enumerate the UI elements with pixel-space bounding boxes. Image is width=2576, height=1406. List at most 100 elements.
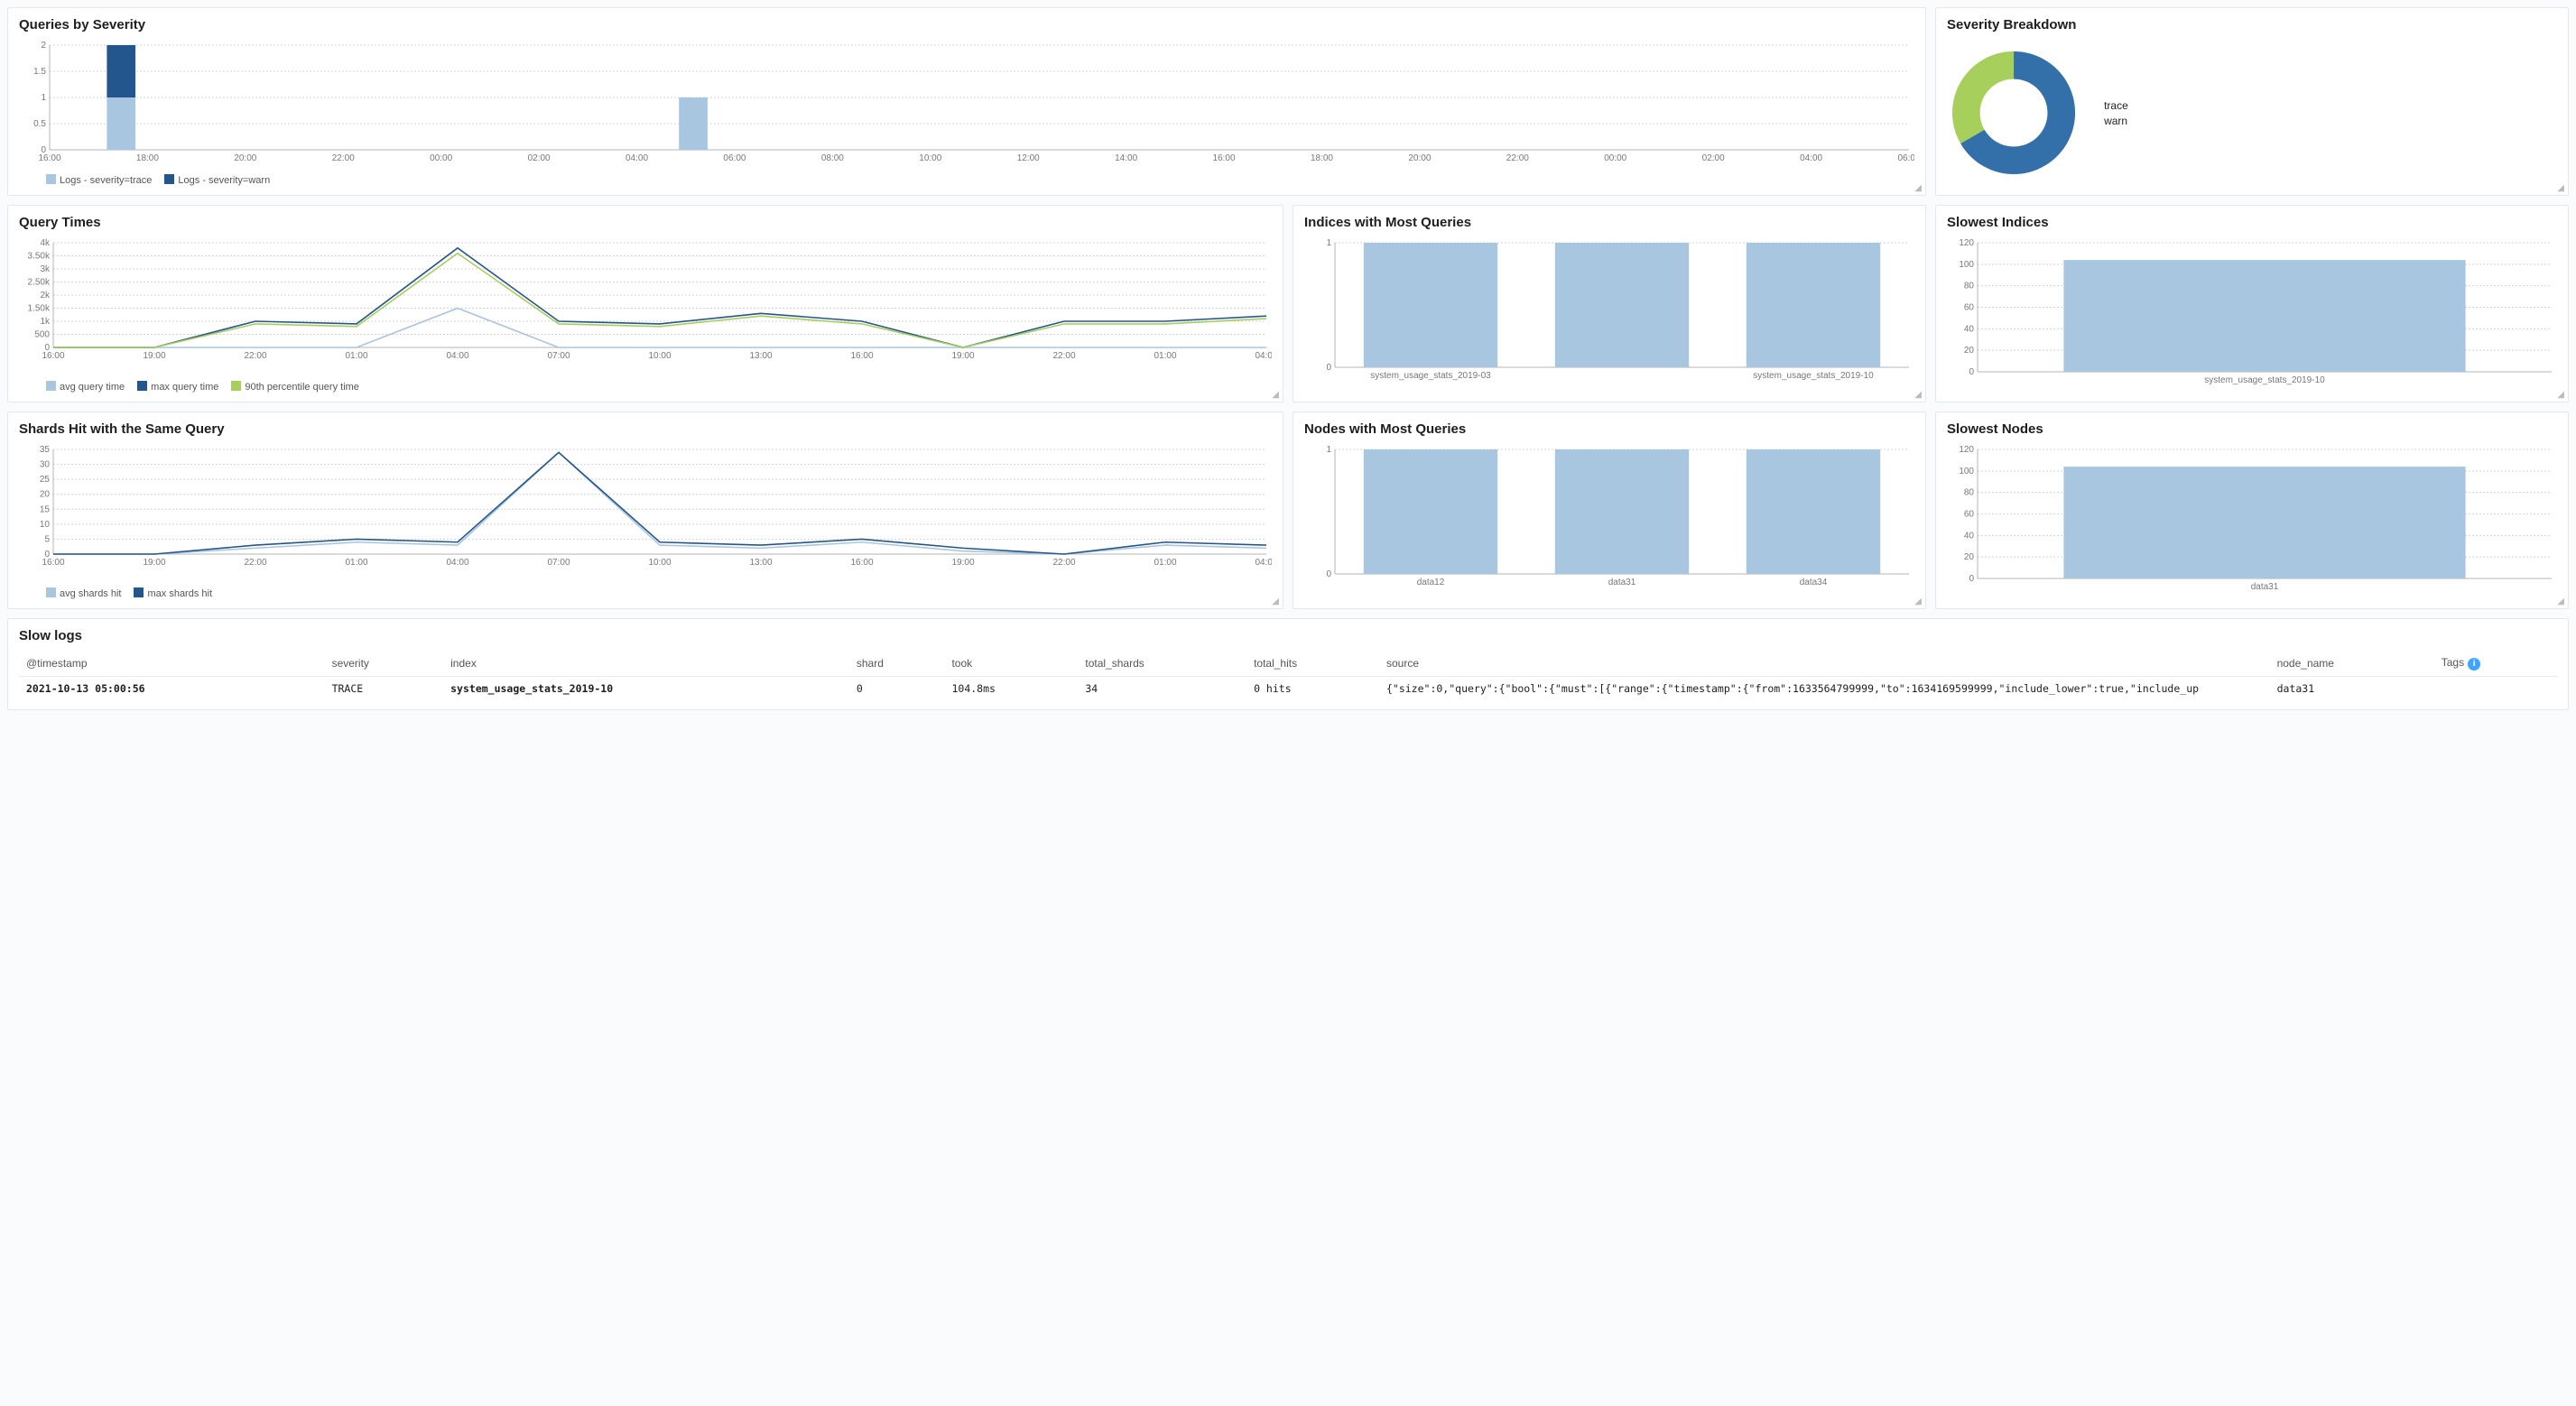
panel-nodes-most-queries: Nodes with Most Queries 01data12data31da… [1293,412,1926,609]
svg-text:20: 20 [1964,552,1975,562]
svg-text:1.50k: 1.50k [28,304,51,314]
svg-text:120: 120 [1959,238,1974,248]
svg-text:0.5: 0.5 [33,119,46,129]
chart-severity-breakdown[interactable]: trace warn [1947,40,2557,186]
chart-slowest-indices[interactable]: 020406080100120system_usage_stats_2019-1… [1947,237,2557,393]
svg-text:3.50k: 3.50k [28,252,51,262]
column-header[interactable]: @timestamp [19,651,325,677]
svg-text:06:00: 06:00 [723,153,746,163]
panel-title: Query Times [19,215,1272,230]
resize-handle-icon[interactable]: ◢ [2557,390,2564,400]
svg-text:15: 15 [40,504,51,514]
column-header[interactable]: took [944,651,1078,677]
svg-text:18:00: 18:00 [136,153,159,163]
legend-item[interactable]: trace [2099,99,2128,112]
svg-text:60: 60 [1964,510,1975,520]
panel-title: Slowest Indices [1947,215,2557,230]
svg-text:20:00: 20:00 [234,153,256,163]
slow-logs-table: @timestampseverityindexshardtooktotal_sh… [19,651,2557,700]
resize-handle-icon[interactable]: ◢ [2557,183,2564,193]
legend-item[interactable]: warn [2099,115,2128,127]
svg-text:20:00: 20:00 [1408,153,1431,163]
svg-text:4k: 4k [40,238,51,248]
legend-item[interactable]: 90th percentile query time [231,381,359,393]
chart-queries-by-severity[interactable]: 00.511.5216:0018:0020:0022:0000:0002:000… [19,40,1914,171]
resize-handle-icon[interactable]: ◢ [2557,597,2564,606]
svg-text:04:00: 04:00 [1800,153,1822,163]
panel-title: Severity Breakdown [1947,17,2557,32]
panel-title: Slow logs [19,628,2557,643]
cell [2434,677,2557,701]
svg-text:08:00: 08:00 [821,153,844,163]
resize-handle-icon[interactable]: ◢ [1272,390,1279,400]
svg-text:01:00: 01:00 [1154,351,1176,361]
svg-text:20: 20 [40,490,51,500]
legend-item[interactable]: Logs - severity=trace [46,174,152,186]
panel-title: Shards Hit with the Same Query [19,421,1272,437]
svg-text:0: 0 [1326,363,1331,373]
svg-text:01:00: 01:00 [345,558,367,568]
resize-handle-icon[interactable]: ◢ [1914,183,1922,193]
svg-text:40: 40 [1964,531,1975,541]
resize-handle-icon[interactable]: ◢ [1272,597,1279,606]
panel-title: Indices with Most Queries [1304,215,1914,230]
svg-text:data31: data31 [1608,578,1636,587]
svg-text:system_usage_stats_2019-10: system_usage_stats_2019-10 [1753,371,1874,381]
column-header[interactable]: shard [849,651,945,677]
panel-title: Nodes with Most Queries [1304,421,1914,437]
svg-text:20: 20 [1964,346,1975,356]
panel-slowest-nodes: Slowest Nodes 020406080100120data31 ◢ [1935,412,2569,609]
legend-item[interactable]: max query time [137,381,218,393]
column-header[interactable]: total_hits [1246,651,1379,677]
svg-text:80: 80 [1964,488,1975,498]
svg-text:22:00: 22:00 [244,351,266,361]
cell: system_usage_stats_2019-10 [443,677,849,701]
chart-slowest-nodes[interactable]: 020406080100120data31 [1947,444,2557,599]
resize-handle-icon[interactable]: ◢ [1914,597,1922,606]
column-header[interactable]: total_shards [1078,651,1246,677]
svg-text:00:00: 00:00 [1604,153,1626,163]
column-header[interactable]: Tagsi [2434,651,2557,677]
svg-text:12:00: 12:00 [1017,153,1040,163]
svg-text:500: 500 [34,330,50,340]
legend: Logs - severity=trace Logs - severity=war… [19,174,1914,186]
svg-text:04:00: 04:00 [1255,351,1272,361]
svg-text:02:00: 02:00 [528,153,551,163]
cell: 2021-10-13 05:00:56 [19,677,325,701]
info-icon[interactable]: i [2468,658,2480,671]
svg-text:2: 2 [41,41,46,51]
svg-text:30: 30 [40,460,51,470]
svg-text:04:00: 04:00 [625,153,648,163]
panel-severity-breakdown: Severity Breakdown trace warn ◢ [1935,7,2569,196]
legend-item[interactable]: Logs - severity=warn [164,174,270,186]
cell: {"size":0,"query":{"bool":{"must":[{"ran… [1379,677,2270,701]
svg-text:04:00: 04:00 [446,558,468,568]
legend-item[interactable]: avg shards hit [46,587,121,599]
panel-title: Queries by Severity [19,17,1914,32]
svg-text:10: 10 [40,520,51,530]
legend-item[interactable]: avg query time [46,381,125,393]
cell: data31 [2270,677,2434,701]
svg-text:16:00: 16:00 [42,351,64,361]
svg-text:data31: data31 [2251,582,2279,592]
column-header[interactable]: severity [325,651,444,677]
chart-indices-most-queries[interactable]: 01system_usage_stats_2019-03system_usage… [1304,237,1914,393]
resize-handle-icon[interactable]: ◢ [1914,390,1922,400]
column-header[interactable]: source [1379,651,2270,677]
chart-nodes-most-queries[interactable]: 01data12data31data34 [1304,444,1914,599]
svg-text:1k: 1k [40,317,51,327]
svg-text:22:00: 22:00 [1052,351,1075,361]
column-header[interactable]: index [443,651,849,677]
chart-shards-same-query[interactable]: 0510152025303516:0019:0022:0001:0004:000… [19,444,1272,584]
svg-text:22:00: 22:00 [244,558,266,568]
svg-text:02:00: 02:00 [1702,153,1725,163]
panel-slowest-indices: Slowest Indices 020406080100120system_us… [1935,205,2569,402]
svg-text:system_usage_stats_2019-10: system_usage_stats_2019-10 [2204,375,2325,385]
svg-text:system_usage_stats_2019-03: system_usage_stats_2019-03 [1370,371,1491,381]
table-row[interactable]: 2021-10-13 05:00:56TRACEsystem_usage_sta… [19,677,2557,701]
chart-query-times[interactable]: 05001k1.50k2k2.50k3k3.50k4k16:0019:0022:… [19,237,1272,377]
legend-item[interactable]: max shards hit [134,587,212,599]
column-header[interactable]: node_name [2270,651,2434,677]
cell: TRACE [325,677,444,701]
svg-text:10:00: 10:00 [919,153,941,163]
